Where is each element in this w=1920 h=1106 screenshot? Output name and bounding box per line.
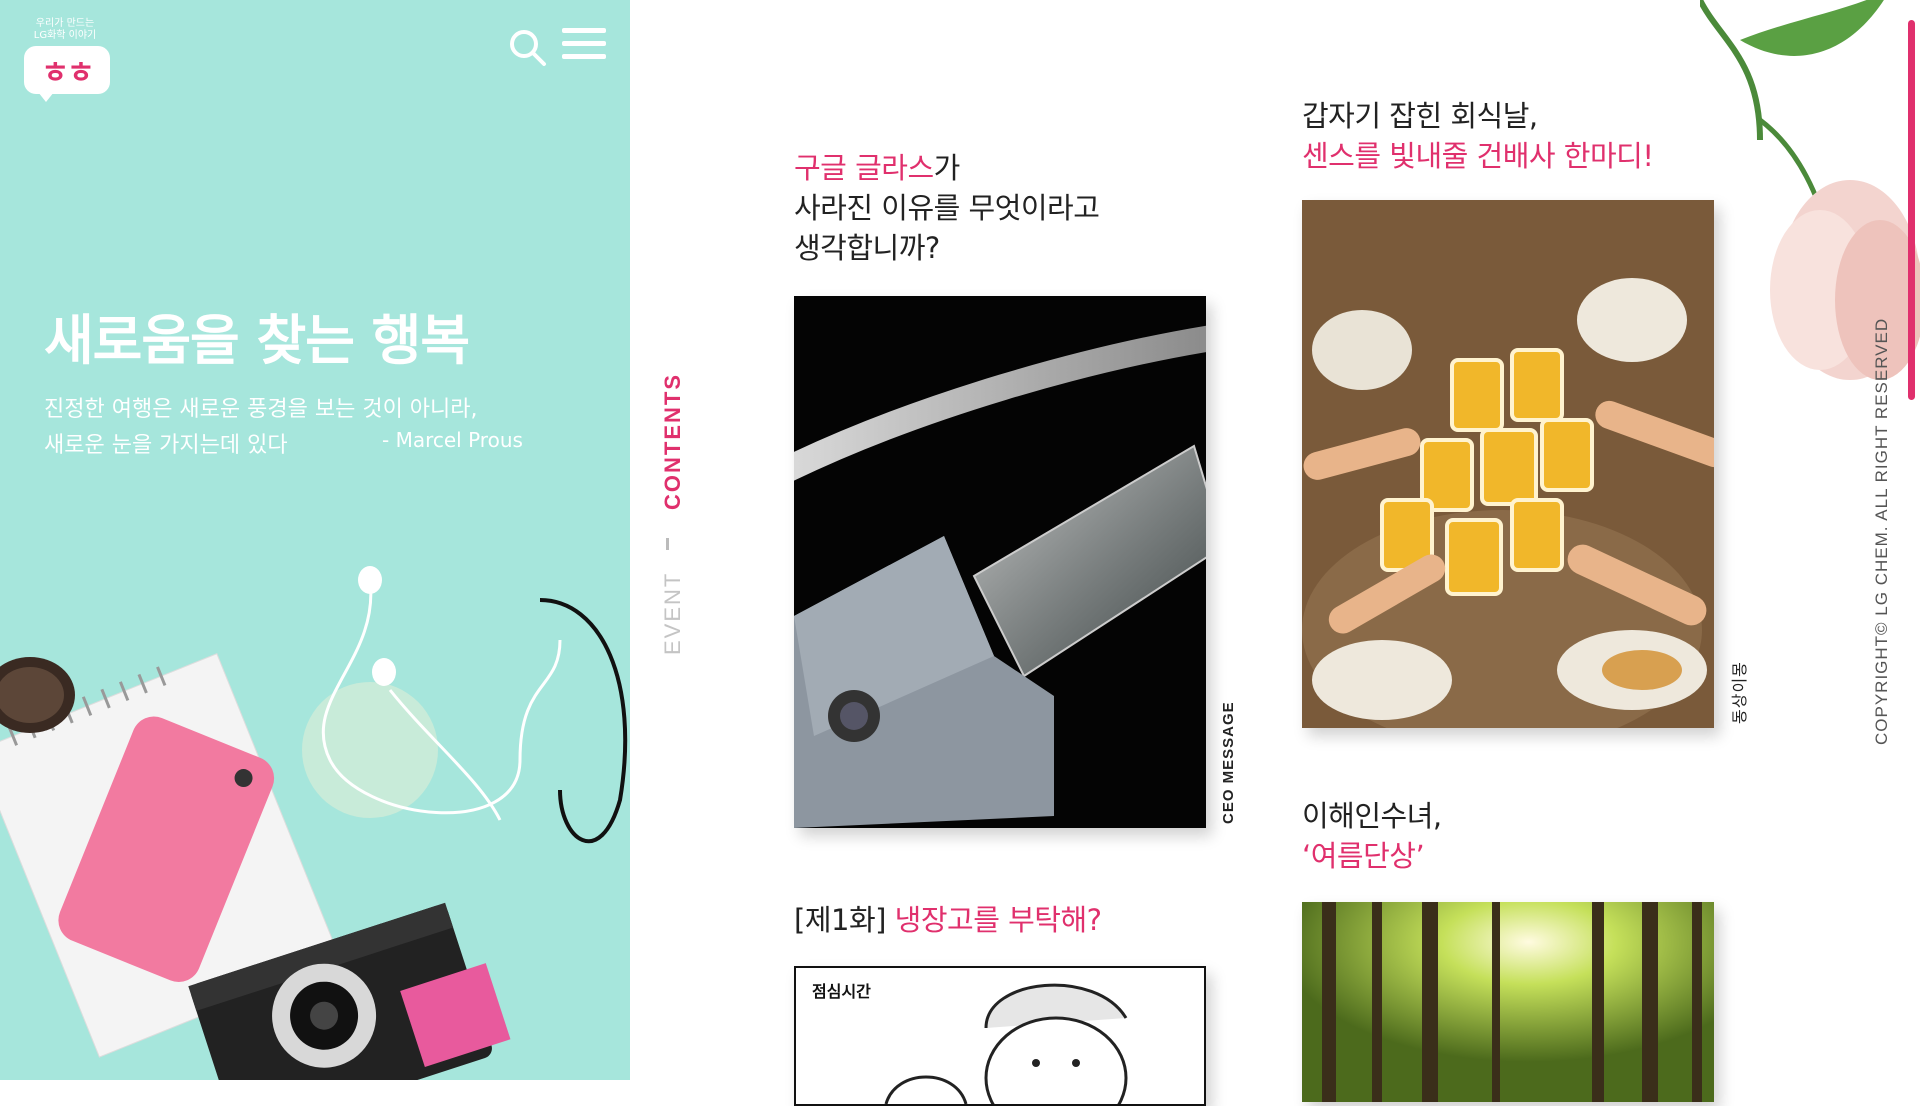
card-image-toast[interactable]	[1302, 200, 1714, 728]
card-title-comic[interactable]: [제1화] 냉장고를 부탁해?	[794, 900, 1102, 940]
hero-quote-author: - Marcel Prous	[382, 428, 523, 452]
card-title-line1: 갑자기 잡힌 회식날,	[1302, 99, 1538, 133]
site-logo[interactable]: 우리가 만드는 LG화학 이야기 ㅎㅎ	[24, 18, 112, 102]
hero-panel: 우리가 만드는 LG화학 이야기 ㅎㅎ 새로움을 찾는 행복 진정한 여행은 새…	[0, 0, 630, 1080]
card-label-dongsangimong: 동상이몽	[1732, 661, 1749, 724]
forest-photo	[1302, 902, 1714, 1102]
search-button[interactable]	[508, 28, 548, 68]
card-title-highlight: ‘여름단상’	[1302, 839, 1425, 873]
card-title-highlight: 냉장고를 부탁해?	[894, 903, 1102, 937]
card-title-line1: 이해인수녀,	[1302, 799, 1442, 833]
card-title-line2: 사라진 이유를 무엇이라고	[794, 191, 1100, 225]
search-icon	[510, 30, 546, 66]
comic-caption: 점심시간	[812, 982, 871, 1001]
logo-badge: ㅎㅎ	[24, 46, 110, 102]
vertical-nav: CONTENTS EVENT	[652, 370, 692, 670]
copyright-text: COPYRIGHT© LG CHEM. ALL RIGHT RESERVED	[1872, 317, 1891, 745]
nav-contents-tab[interactable]: CONTENTS	[652, 370, 692, 510]
card-title-rest: 가	[933, 151, 961, 185]
scrollbar-thumb[interactable]	[1908, 20, 1915, 400]
card-title-summer[interactable]: 이해인수녀, ‘여름단상’	[1302, 796, 1442, 876]
nav-divider	[666, 538, 669, 550]
card-image-forest[interactable]	[1302, 902, 1714, 1102]
nav-contents-label: CONTENTS	[660, 373, 685, 510]
still-life-illustration	[0, 566, 628, 1080]
card-image-google-glass[interactable]	[794, 296, 1206, 828]
card-title-toast[interactable]: 갑자기 잡힌 회식날, 센스를 빛내줄 건배사 한마디!	[1302, 96, 1654, 176]
hero-quote-line1: 진정한 여행은 새로운 풍경을 보는 것이 아니라,	[44, 397, 478, 422]
logo-tagline-line2: LG화학 이야기	[33, 30, 97, 41]
card-title-highlight: 구글 글라스	[794, 151, 934, 185]
hamburger-menu-button[interactable]	[562, 28, 606, 68]
card-image-comic[interactable]: 점심시간	[794, 966, 1206, 1106]
card-title-line3: 생각합니까?	[794, 231, 940, 265]
hamburger-menu-icon	[562, 28, 606, 33]
beer-toast-photo	[1302, 200, 1714, 728]
card-title-bracket: [제1화]	[794, 903, 895, 937]
google-glass-photo	[794, 296, 1206, 828]
logo-tagline-line1: 우리가 만드는	[35, 18, 95, 29]
nav-event-label: EVENT	[660, 571, 685, 655]
nav-event-tab[interactable]: EVENT	[652, 570, 692, 670]
card-title-highlight: 센스를 빛내줄 건배사 한마디!	[1302, 139, 1654, 173]
card-label-ceo-message: CEO MESSAGE	[1220, 701, 1237, 824]
logo-mark: ㅎㅎ	[41, 56, 94, 91]
card-title-google-glass[interactable]: 구글 글라스가 사라진 이유를 무엇이라고 생각합니까?	[794, 148, 1100, 268]
hero-title: 새로움을 찾는 행복	[44, 309, 470, 372]
logo-tagline: 우리가 만드는 LG화학 이야기	[30, 18, 100, 42]
